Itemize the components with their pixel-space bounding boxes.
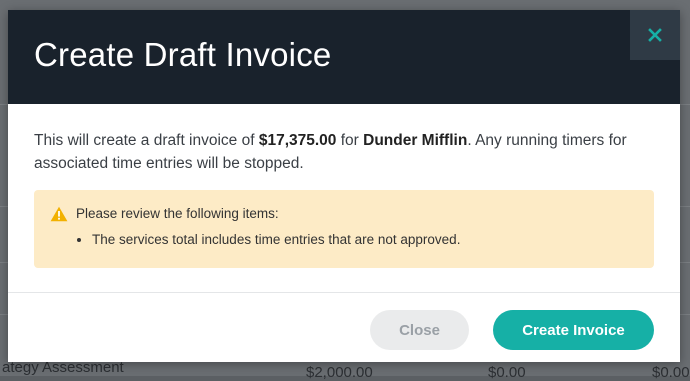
warning-heading: Please review the following items: bbox=[76, 206, 279, 221]
message-middle: for bbox=[336, 132, 364, 149]
create-invoice-button[interactable]: Create Invoice bbox=[493, 310, 654, 350]
dialog-title: Create Draft Invoice bbox=[34, 36, 332, 73]
invoice-amount: $17,375.00 bbox=[258, 132, 337, 149]
background-row-amount: $2,000.00 bbox=[306, 364, 373, 381]
dialog-message: This will create a draft invoice of $17,… bbox=[34, 129, 654, 175]
background-row-zero-2: $0.00 bbox=[652, 364, 690, 381]
close-icon-button[interactable] bbox=[630, 10, 680, 60]
warning-list: The services total includes time entries… bbox=[74, 232, 460, 247]
dialog-footer: Close Create Invoice bbox=[8, 292, 680, 363]
client-name: Dunder Mifflin bbox=[363, 132, 468, 149]
close-button[interactable]: Close bbox=[370, 310, 469, 350]
dialog-header: Create Draft Invoice bbox=[8, 10, 680, 104]
warning-icon bbox=[50, 206, 68, 222]
background-row-zero: $0.00 bbox=[488, 364, 526, 381]
create-draft-invoice-dialog: Create Draft Invoice This will create a … bbox=[8, 10, 680, 362]
warning-item: The services total includes time entries… bbox=[92, 232, 460, 247]
message-prefix: This will create a draft invoice of bbox=[34, 132, 259, 149]
warning-box: Please review the following items: The s… bbox=[34, 190, 654, 268]
close-icon bbox=[648, 28, 662, 42]
